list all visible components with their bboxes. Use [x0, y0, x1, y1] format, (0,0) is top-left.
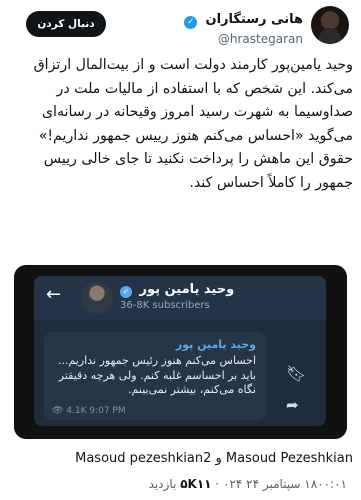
view-count: ۵K۱۱ [180, 477, 212, 491]
channel-name-text: وحید یامین پور [139, 282, 235, 297]
tweet-text: وحید یامین‌پور کارمند دولت است و از بیت‌… [8, 54, 353, 196]
handle[interactable]: @hrastegaran [184, 32, 303, 46]
views-label: بازدید [148, 477, 177, 491]
tagged-user-1[interactable]: Masoud Pezeshkian [226, 451, 353, 466]
message-author: وحید یامین پور [175, 338, 256, 351]
back-arrow-icon: ← [46, 284, 62, 305]
avatar[interactable] [311, 6, 349, 44]
telegram-header: ← وحید یامین پور ✓ 36-8K subscribers [34, 276, 326, 320]
telegram-screenshot: ← وحید یامین پور ✓ 36-8K subscribers وحی… [34, 276, 326, 426]
follow-button[interactable]: دنبال کردن [26, 11, 106, 37]
tweet-paragraph-2: حقوق این ماهش را پرداخت نکنید تا جای خال… [43, 151, 353, 191]
timestamp[interactable]: ۱۸۰۰:۰۱ سپتامبر ۲۴ ۰۲۴ [223, 477, 347, 491]
tweet-meta: ۱۸۰۰:۰۱ سپتامبر ۲۴ ۰۲۴ · ۵K۱۱ بازدید [0, 477, 347, 491]
verified-badge-icon: ✓ [120, 286, 132, 298]
tagged-users[interactable]: Masoud Pezeshkian و Masoud pezeshkian2 [0, 451, 353, 466]
channel-name: وحید یامین پور ✓ [120, 282, 234, 298]
tweet-paragraph-1: وحید یامین‌پور کارمند دولت است و از بیت‌… [33, 57, 353, 144]
message-views-time: 👁 4.1K 9:07 PM [52, 406, 126, 416]
mentions-connector: و [211, 451, 226, 466]
subscriber-count: 36-8K subscribers [120, 300, 210, 311]
tweet-media[interactable]: ← وحید یامین پور ✓ 36-8K subscribers وحی… [14, 265, 347, 439]
bookmark-icon: 🔖︎ [286, 364, 307, 383]
message-text: احساس می‌کنم هنوز رئیس جمهور نداریم... ب… [58, 354, 256, 396]
message-bubble: وحید یامین پور احساس می‌کنم هنوز رئیس جم… [44, 332, 266, 420]
share-icon: ➦ [286, 396, 299, 414]
tagged-user-2[interactable]: Masoud pezeshkian2 [75, 451, 211, 466]
display-name[interactable]: هانی رستگاران [205, 12, 303, 27]
channel-avatar [81, 282, 113, 314]
tweet-header: هانی رستگاران ✓ @hrastegaran دنبال کردن [0, 6, 361, 46]
separator: · [211, 477, 220, 491]
verified-badge-icon: ✓ [184, 16, 198, 29]
author-info[interactable]: هانی رستگاران ✓ @hrastegaran [184, 8, 303, 46]
